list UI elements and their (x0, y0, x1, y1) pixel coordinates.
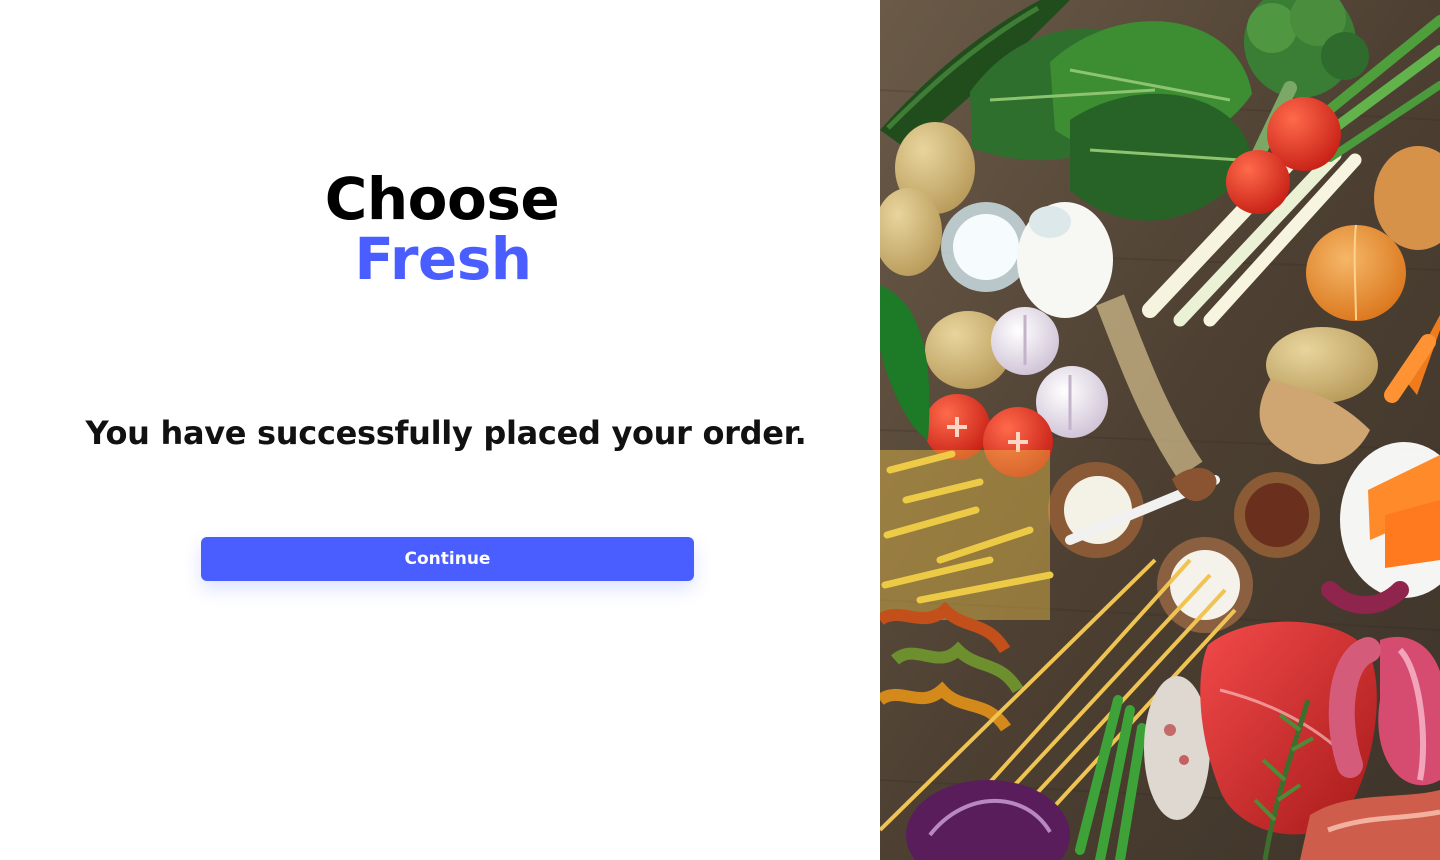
brand-line-choose: Choose (324, 165, 560, 234)
groceries-photo (880, 0, 1440, 860)
continue-button[interactable]: Continue (201, 537, 694, 581)
confirmation-panel: Choose Fresh You have successfully place… (0, 0, 880, 860)
hero-image-panel (880, 0, 1440, 860)
order-success-message: You have successfully placed your order. (85, 414, 807, 452)
brand-logo: Choose Fresh (0, 169, 884, 289)
order-confirmation-page: Choose Fresh You have successfully place… (0, 0, 1440, 860)
brand-line-fresh: Fresh (354, 225, 532, 294)
